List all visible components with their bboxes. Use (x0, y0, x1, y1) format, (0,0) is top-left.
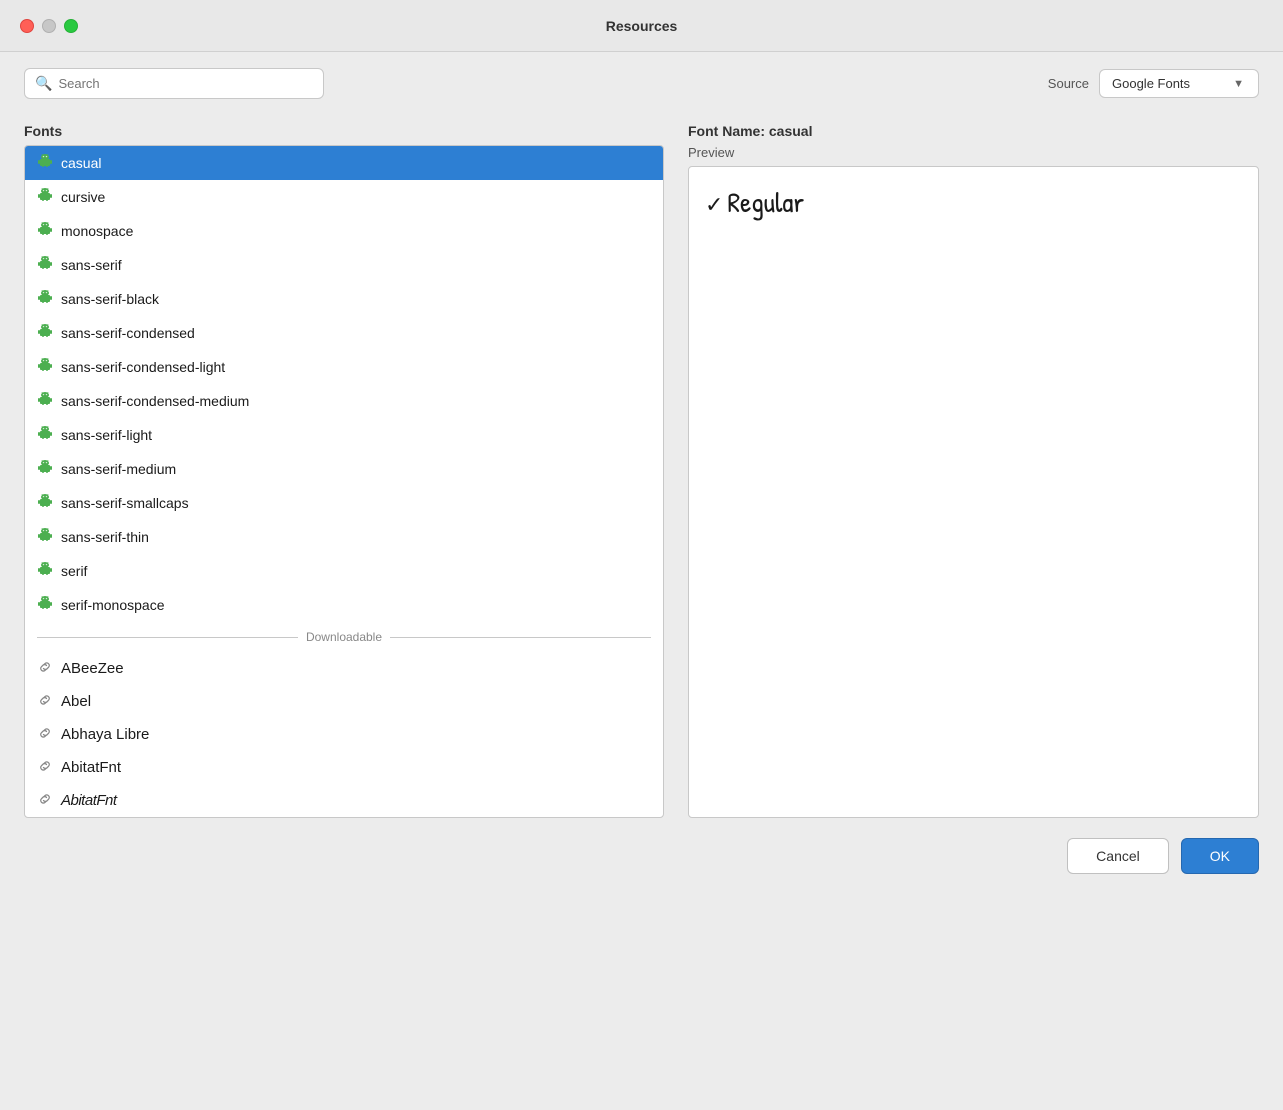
search-icon: 🔍 (35, 75, 52, 92)
link-icon (37, 791, 53, 810)
android-icon (37, 493, 53, 513)
android-icon (37, 561, 53, 581)
font-list-item[interactable]: sans-serif-smallcaps (25, 486, 663, 520)
chevron-down-icon: ▼ (1233, 78, 1244, 90)
ok-button[interactable]: OK (1181, 838, 1259, 874)
preview-text: ✓Regular (705, 183, 1242, 221)
preview-label: Preview (688, 145, 1259, 160)
close-button[interactable] (20, 19, 34, 33)
font-list-item[interactable]: AbitatFnt (25, 751, 663, 784)
font-item-name: AbitatFnt (61, 759, 121, 776)
fonts-label: Fonts (24, 115, 664, 145)
panels-row: Fonts casual cursive (0, 115, 1283, 818)
font-list-item[interactable]: sans-serif-thin (25, 520, 663, 554)
font-item-name: sans-serif-medium (61, 461, 176, 477)
section-divider: Downloadable (25, 622, 663, 652)
font-list-container: casual cursive monospace (24, 145, 664, 818)
checkmark-icon: ✓ (705, 189, 723, 219)
cancel-button[interactable]: Cancel (1067, 838, 1169, 874)
font-item-name: sans-serif-condensed (61, 325, 195, 341)
font-item-name: cursive (61, 189, 105, 205)
font-list-item[interactable]: sans-serif-medium (25, 452, 663, 486)
bottom-bar: Cancel OK (0, 818, 1283, 894)
window-title: Resources (606, 18, 678, 34)
font-list-item[interactable]: serif-monospace (25, 588, 663, 622)
font-item-name: sans-serif-smallcaps (61, 495, 189, 511)
toolbar: 🔍 Source Google Fonts ▼ (0, 52, 1283, 115)
android-icon (37, 459, 53, 479)
font-item-name: casual (61, 155, 101, 171)
android-icon (37, 595, 53, 615)
left-panel: Fonts casual cursive (24, 115, 664, 818)
font-item-name: AbitatFnt (61, 792, 117, 809)
font-item-name: sans-serif (61, 257, 122, 273)
font-item-name: Abel (61, 693, 91, 710)
source-section: Source Google Fonts ▼ (1048, 69, 1259, 98)
android-icon (37, 221, 53, 241)
font-list-item[interactable]: Abhaya Libre (25, 718, 663, 751)
android-icon (37, 187, 53, 207)
search-box[interactable]: 🔍 (24, 68, 324, 99)
font-item-name: sans-serif-condensed-light (61, 359, 225, 375)
maximize-button[interactable] (64, 19, 78, 33)
android-icon (37, 323, 53, 343)
link-icon (37, 659, 53, 678)
font-list-item[interactable]: sans-serif-condensed (25, 316, 663, 350)
font-item-name: serif-monospace (61, 597, 165, 613)
font-list-item[interactable]: cursive (25, 180, 663, 214)
font-item-name: sans-serif-light (61, 427, 152, 443)
font-list-item[interactable]: Abel (25, 685, 663, 718)
divider-line (37, 637, 298, 638)
android-icon (37, 289, 53, 309)
link-icon (37, 692, 53, 711)
traffic-lights (20, 19, 78, 33)
link-icon (37, 725, 53, 744)
font-item-name: monospace (61, 223, 133, 239)
font-list-item[interactable]: sans-serif (25, 248, 663, 282)
font-list-item[interactable]: AbitatFnt (25, 784, 663, 817)
preview-box: ✓Regular (688, 166, 1259, 818)
font-list-item[interactable]: ABeeZee (25, 652, 663, 685)
font-list-item[interactable]: sans-serif-condensed-medium (25, 384, 663, 418)
android-icon (37, 153, 53, 173)
font-list-item[interactable]: casual (25, 146, 663, 180)
android-icon (37, 425, 53, 445)
title-bar: Resources (0, 0, 1283, 52)
source-label: Source (1048, 76, 1089, 91)
font-item-name: serif (61, 563, 87, 579)
font-list-item[interactable]: sans-serif-black (25, 282, 663, 316)
android-icon (37, 391, 53, 411)
preview-text-value: Regular (727, 183, 804, 221)
font-item-name: sans-serif-thin (61, 529, 149, 545)
right-panel: Font Name: casual Preview ✓Regular (664, 115, 1259, 818)
minimize-button[interactable] (42, 19, 56, 33)
android-icon (37, 357, 53, 377)
font-item-name: sans-serif-condensed-medium (61, 393, 249, 409)
font-item-name: sans-serif-black (61, 291, 159, 307)
search-input[interactable] (58, 76, 313, 91)
android-icon (37, 255, 53, 275)
font-name-header: Font Name: casual (688, 115, 1259, 145)
font-list[interactable]: casual cursive monospace (25, 146, 663, 817)
divider-line-right (390, 637, 651, 638)
source-dropdown[interactable]: Google Fonts ▼ (1099, 69, 1259, 98)
font-list-item[interactable]: sans-serif-condensed-light (25, 350, 663, 384)
android-icon (37, 527, 53, 547)
font-list-item[interactable]: sans-serif-light (25, 418, 663, 452)
font-list-item[interactable]: monospace (25, 214, 663, 248)
font-list-item[interactable]: serif (25, 554, 663, 588)
downloadable-label: Downloadable (306, 630, 382, 644)
font-item-name: Abhaya Libre (61, 726, 149, 743)
link-icon (37, 758, 53, 777)
font-item-name: ABeeZee (61, 660, 124, 677)
source-value: Google Fonts (1112, 76, 1190, 91)
